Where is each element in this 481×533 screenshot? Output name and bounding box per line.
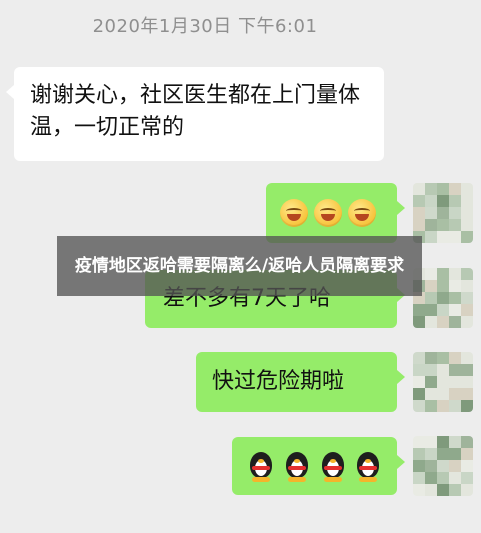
emoji-row bbox=[280, 195, 383, 231]
incoming-message-bubble[interactable]: 谢谢关心，社区医生都在上门量体温，一切正常的 bbox=[6, 67, 384, 161]
avatar[interactable] bbox=[413, 352, 473, 412]
outgoing-emoji-message[interactable] bbox=[266, 183, 405, 243]
avatar[interactable] bbox=[413, 436, 473, 496]
chat-timestamp: 2020年1月30日 下午6:01 bbox=[92, 16, 318, 37]
penguin-icon bbox=[246, 450, 276, 484]
penguin-icon bbox=[282, 450, 312, 484]
smile-icon bbox=[314, 199, 342, 227]
message-text: 快过危险期啦 bbox=[212, 369, 345, 394]
outgoing-message-bubble[interactable]: 快过危险期啦 bbox=[196, 352, 405, 412]
outgoing-emoji-message[interactable] bbox=[232, 437, 405, 495]
penguin-icon bbox=[353, 450, 383, 484]
emoji-row bbox=[246, 449, 383, 485]
message-text: 谢谢关心，社区医生都在上门量体温，一切正常的 bbox=[30, 83, 361, 140]
penguin-icon bbox=[318, 450, 348, 484]
smile-icon bbox=[280, 199, 308, 227]
smile-icon bbox=[348, 199, 376, 227]
article-headline-overlay: 疫情地区返哈需要隔离么/返哈人员隔离要求 bbox=[57, 236, 422, 296]
avatar[interactable] bbox=[413, 268, 473, 328]
avatar[interactable] bbox=[413, 183, 473, 243]
